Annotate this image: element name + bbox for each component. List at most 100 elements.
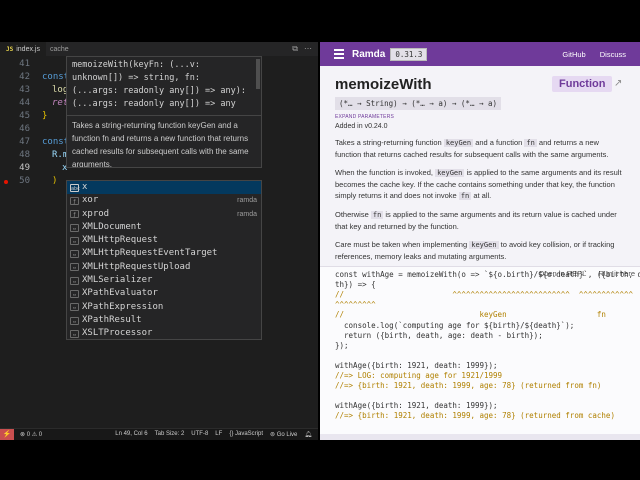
- editor-actions: ⧉ ⋯: [292, 44, 318, 54]
- brand-logo[interactable]: Ramda: [352, 49, 385, 60]
- code-editor-pane: JS index.js cache ⧉ ⋯ 41 42 const 43 log 4…: [0, 42, 318, 440]
- example-line: return ({birth, death, age: death - birt…: [335, 331, 543, 340]
- menu-icon[interactable]: [334, 49, 344, 59]
- code-example: Open in REPL Run it here const withAge =…: [320, 266, 640, 436]
- description-paragraph: Otherwise fn is applied to the same argu…: [335, 210, 617, 231]
- nav-link-discuss[interactable]: Discuss: [600, 50, 626, 59]
- example-line: });: [335, 341, 349, 350]
- example-line: // ^^^^^^^^^^^^^^^^^^^^^^^^^^ ^^^^^^^^^^…: [335, 290, 634, 299]
- variable-icon: ▭: [70, 290, 79, 299]
- problems-indicator[interactable]: ⊗ 0 ⚠ 0: [20, 431, 42, 438]
- remote-icon[interactable]: ⚡: [0, 428, 14, 440]
- docs-pane: Ramda 0.31.3 GitHub Discuss memoizeWith …: [320, 42, 640, 440]
- tab-index-js[interactable]: JS index.js: [0, 42, 46, 56]
- tooltip-scrollbar[interactable]: [256, 59, 260, 89]
- suggestion-detail: ramda: [237, 210, 257, 218]
- end-of-line[interactable]: LF: [215, 431, 222, 438]
- split-editor-icon[interactable]: ⧉: [292, 44, 298, 54]
- hover-tooltip: memoizeWith(keyFn: (...v: unknown[]) => …: [66, 56, 262, 168]
- go-live-button[interactable]: ⊚ Go Live: [270, 431, 297, 438]
- version-select[interactable]: 0.31.3: [390, 47, 428, 61]
- variable-icon: ▭: [70, 263, 79, 272]
- suggestion-label: XMLHttpRequestUpload: [82, 261, 191, 272]
- tooltip-description: Takes a string-returning function keyGen…: [72, 121, 249, 168]
- language-mode[interactable]: {} JavaScript: [229, 431, 263, 438]
- suggestion-label: XMLDocument: [82, 221, 142, 232]
- suggestion-label: XMLSerializer: [82, 275, 153, 286]
- example-line: const withAge = memoizeWith(o => `${o.bi…: [335, 270, 640, 279]
- variable-icon: ▭: [70, 223, 79, 232]
- suggestion-item[interactable]: ▭ XPathResult: [67, 314, 261, 327]
- status-bar: ⚡ ⊗ 0 ⚠ 0 Ln 49, Col 6 Tab Size: 2 UTF-8…: [0, 428, 318, 440]
- example-line: withAge({birth: 1921, death: 1999});: [335, 361, 498, 370]
- line-number: 44: [19, 98, 30, 108]
- suggestion-item[interactable]: ▭ XMLHttpRequestUpload: [67, 261, 261, 274]
- example-line: th}) => {: [335, 280, 376, 289]
- more-actions-icon[interactable]: ⋯: [304, 44, 312, 54]
- line-number: 42: [19, 72, 30, 82]
- suggestion-list: abc x ƒ xor ramda ƒ xprod ramda ▭ XMLDocument …: [66, 180, 262, 340]
- signature-line: memoizeWith(keyFn: (...v:: [72, 60, 200, 70]
- example-line: ^^^^^^^^^: [335, 300, 376, 309]
- tab-cache[interactable]: cache: [46, 46, 73, 53]
- line-number: 46: [19, 124, 30, 134]
- suggestion-label: XSLTProcessor: [82, 328, 153, 339]
- suggestion-item[interactable]: ƒ xprod ramda: [67, 208, 261, 221]
- description-paragraph: Care must be taken when implementing key…: [335, 240, 615, 261]
- suggestion-label: XPathExpression: [82, 301, 164, 312]
- encoding[interactable]: UTF-8: [191, 431, 208, 438]
- example-line: //=> LOG: computing age for 1921/1999: [335, 371, 503, 380]
- suggestion-label: x: [82, 182, 88, 192]
- suggestion-label: XPathResult: [82, 314, 142, 325]
- suggestion-label: XMLHttpRequestEventTarget: [82, 248, 218, 259]
- line-number: 41: [19, 59, 30, 69]
- variable-icon: ▭: [70, 329, 79, 338]
- tooltip-divider: [67, 115, 261, 116]
- type-signature: (*… → String) → (*… → a) → (*… → a): [335, 97, 502, 110]
- added-version: Added in v0.24.0: [335, 123, 388, 130]
- suggestion-label: xprod: [82, 208, 110, 219]
- expand-parameters-link[interactable]: EXPAND PARAMETERS: [335, 114, 625, 120]
- bell-icon[interactable]: 🔔︎: [304, 431, 312, 438]
- example-line: withAge({birth: 1921, death: 1999});: [335, 401, 498, 410]
- javascript-file-icon: JS: [6, 45, 14, 53]
- suggestion-item[interactable]: ▭ XSLTProcessor: [67, 327, 261, 340]
- suggestion-item[interactable]: ▭ XPathExpression: [67, 301, 261, 314]
- suggestion-detail: ramda: [237, 197, 257, 205]
- editor-tab-bar: JS index.js cache ⧉ ⋯: [0, 42, 318, 56]
- doc-content: memoizeWith Function ↗ (*… → String) → (…: [335, 76, 625, 262]
- tab-label: index.js: [16, 45, 40, 53]
- example-line: console.log(`computing age for ${birth}/…: [335, 321, 575, 330]
- variable-icon: ▭: [70, 236, 79, 245]
- breakpoint-icon[interactable]: [4, 180, 8, 184]
- category-badge[interactable]: Function: [552, 76, 613, 92]
- suggestion-item[interactable]: ▭ XMLHttpRequestEventTarget: [67, 247, 261, 260]
- suggestion-item[interactable]: abc x: [67, 181, 261, 195]
- nav-link-github[interactable]: GitHub: [562, 50, 585, 59]
- suggestion-item[interactable]: ▭ XPathEvaluator: [67, 287, 261, 300]
- cursor-position[interactable]: Ln 49, Col 6: [115, 431, 147, 438]
- signature-line: (...args: readonly any[]) => any: [72, 99, 236, 109]
- tab-size[interactable]: Tab Size: 2: [155, 431, 185, 438]
- suggestion-item[interactable]: ƒ xor ramda: [67, 194, 261, 207]
- suggestion-label: XPathEvaluator: [82, 288, 158, 299]
- line-number: 45: [19, 111, 30, 121]
- line-number: 43: [19, 85, 30, 95]
- function-icon: ƒ: [70, 210, 79, 219]
- suggestion-item[interactable]: ▭ XMLSerializer: [67, 274, 261, 287]
- line-number: 49: [19, 163, 30, 173]
- next-section-bar: [320, 434, 640, 440]
- function-icon: ƒ: [70, 196, 79, 205]
- suggestion-item[interactable]: ▭ XMLDocument: [67, 221, 261, 234]
- external-link-icon[interactable]: ↗: [614, 78, 622, 89]
- variable-icon: ▭: [70, 303, 79, 312]
- description-paragraph: When the function is invoked, keyGen is …: [335, 168, 622, 200]
- tab-label: cache: [49, 45, 69, 53]
- text-icon: abc: [70, 183, 81, 192]
- example-line: // keyGen fn: [335, 310, 606, 319]
- suggestion-item[interactable]: ▭ XMLHttpRequest: [67, 234, 261, 247]
- signature-line: unknown[]) => string, fn:: [72, 73, 200, 83]
- tooltip-signature: memoizeWith(keyFn: (...v: unknown[]) => …: [67, 57, 261, 113]
- example-line: //=> {birth: 1921, death: 1999, age: 78}…: [335, 411, 615, 420]
- docs-navbar: Ramda 0.31.3 GitHub Discuss: [320, 42, 640, 66]
